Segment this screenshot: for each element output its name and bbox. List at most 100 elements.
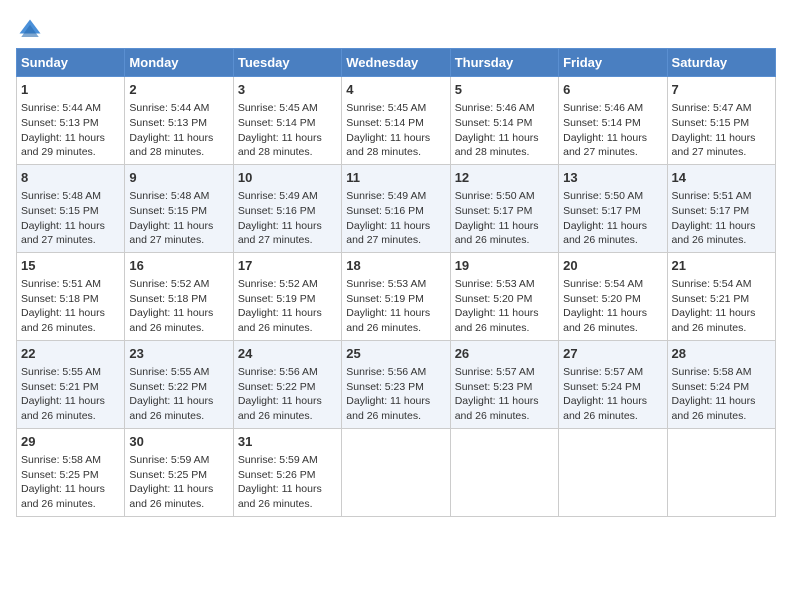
day-info: Sunset: 5:16 PM [238, 204, 337, 219]
header [16, 16, 776, 44]
logo [16, 16, 48, 44]
calendar-header-row: SundayMondayTuesdayWednesdayThursdayFrid… [17, 49, 776, 77]
day-number: 8 [21, 169, 120, 187]
day-info: Sunset: 5:23 PM [346, 380, 445, 395]
calendar-cell: 9Sunrise: 5:48 AMSunset: 5:15 PMDaylight… [125, 164, 233, 252]
day-info: Sunrise: 5:44 AM [129, 101, 228, 116]
day-number: 18 [346, 257, 445, 275]
day-info: Sunrise: 5:45 AM [346, 101, 445, 116]
day-number: 26 [455, 345, 554, 363]
day-info: and 26 minutes. [563, 409, 662, 424]
day-info: and 27 minutes. [129, 233, 228, 248]
calendar-week-row: 8Sunrise: 5:48 AMSunset: 5:15 PMDaylight… [17, 164, 776, 252]
day-info: Daylight: 11 hours [21, 394, 120, 409]
day-info: Sunset: 5:20 PM [455, 292, 554, 307]
day-info: and 26 minutes. [21, 321, 120, 336]
logo-icon [16, 16, 44, 44]
day-number: 6 [563, 81, 662, 99]
day-info: Daylight: 11 hours [238, 219, 337, 234]
day-info: and 26 minutes. [129, 321, 228, 336]
day-info: Sunset: 5:25 PM [21, 468, 120, 483]
calendar-cell: 25Sunrise: 5:56 AMSunset: 5:23 PMDayligh… [342, 340, 450, 428]
day-info: Daylight: 11 hours [563, 394, 662, 409]
day-number: 16 [129, 257, 228, 275]
calendar-cell: 13Sunrise: 5:50 AMSunset: 5:17 PMDayligh… [559, 164, 667, 252]
day-info: Daylight: 11 hours [455, 131, 554, 146]
day-info: Sunset: 5:22 PM [238, 380, 337, 395]
day-info: and 27 minutes. [346, 233, 445, 248]
day-info: Daylight: 11 hours [346, 131, 445, 146]
day-number: 10 [238, 169, 337, 187]
day-info: Daylight: 11 hours [21, 219, 120, 234]
calendar-cell [342, 428, 450, 516]
calendar-cell: 10Sunrise: 5:49 AMSunset: 5:16 PMDayligh… [233, 164, 341, 252]
day-info: Sunset: 5:24 PM [563, 380, 662, 395]
day-info: Sunrise: 5:53 AM [455, 277, 554, 292]
day-info: Daylight: 11 hours [672, 219, 771, 234]
day-info: Sunset: 5:25 PM [129, 468, 228, 483]
day-info: Sunrise: 5:51 AM [21, 277, 120, 292]
calendar-cell: 18Sunrise: 5:53 AMSunset: 5:19 PMDayligh… [342, 252, 450, 340]
day-info: and 26 minutes. [672, 409, 771, 424]
day-info: Sunrise: 5:56 AM [238, 365, 337, 380]
day-info: Sunrise: 5:55 AM [21, 365, 120, 380]
calendar-week-row: 29Sunrise: 5:58 AMSunset: 5:25 PMDayligh… [17, 428, 776, 516]
day-info: and 27 minutes. [563, 145, 662, 160]
day-number: 19 [455, 257, 554, 275]
day-info: Sunrise: 5:58 AM [672, 365, 771, 380]
day-info: Sunrise: 5:48 AM [129, 189, 228, 204]
day-info: Sunrise: 5:59 AM [238, 453, 337, 468]
day-info: Sunset: 5:21 PM [21, 380, 120, 395]
day-info: Daylight: 11 hours [455, 394, 554, 409]
calendar-cell: 4Sunrise: 5:45 AMSunset: 5:14 PMDaylight… [342, 77, 450, 165]
day-info: Sunset: 5:16 PM [346, 204, 445, 219]
day-info: Sunrise: 5:53 AM [346, 277, 445, 292]
day-info: Daylight: 11 hours [129, 394, 228, 409]
day-info: Sunset: 5:22 PM [129, 380, 228, 395]
day-info: Daylight: 11 hours [563, 131, 662, 146]
day-info: Sunrise: 5:52 AM [129, 277, 228, 292]
day-info: Daylight: 11 hours [238, 131, 337, 146]
calendar-cell: 14Sunrise: 5:51 AMSunset: 5:17 PMDayligh… [667, 164, 775, 252]
calendar-header-friday: Friday [559, 49, 667, 77]
calendar-cell: 31Sunrise: 5:59 AMSunset: 5:26 PMDayligh… [233, 428, 341, 516]
calendar-table: SundayMondayTuesdayWednesdayThursdayFrid… [16, 48, 776, 517]
calendar-header-sunday: Sunday [17, 49, 125, 77]
day-info: Sunrise: 5:52 AM [238, 277, 337, 292]
calendar-cell [450, 428, 558, 516]
day-info: and 26 minutes. [563, 321, 662, 336]
day-info: and 26 minutes. [455, 321, 554, 336]
day-info: and 29 minutes. [21, 145, 120, 160]
calendar-cell: 8Sunrise: 5:48 AMSunset: 5:15 PMDaylight… [17, 164, 125, 252]
calendar-cell: 23Sunrise: 5:55 AMSunset: 5:22 PMDayligh… [125, 340, 233, 428]
day-info: Daylight: 11 hours [238, 482, 337, 497]
day-info: and 26 minutes. [346, 409, 445, 424]
day-info: Sunrise: 5:48 AM [21, 189, 120, 204]
day-info: Sunset: 5:17 PM [455, 204, 554, 219]
day-info: and 26 minutes. [672, 321, 771, 336]
day-number: 1 [21, 81, 120, 99]
day-info: and 26 minutes. [129, 497, 228, 512]
day-info: Sunrise: 5:51 AM [672, 189, 771, 204]
calendar-cell: 1Sunrise: 5:44 AMSunset: 5:13 PMDaylight… [17, 77, 125, 165]
calendar-cell: 27Sunrise: 5:57 AMSunset: 5:24 PMDayligh… [559, 340, 667, 428]
day-info: Sunrise: 5:46 AM [455, 101, 554, 116]
day-info: Sunrise: 5:47 AM [672, 101, 771, 116]
day-info: Sunrise: 5:57 AM [455, 365, 554, 380]
day-info: Sunset: 5:15 PM [129, 204, 228, 219]
day-info: Daylight: 11 hours [346, 219, 445, 234]
calendar-week-row: 1Sunrise: 5:44 AMSunset: 5:13 PMDaylight… [17, 77, 776, 165]
day-info: Sunset: 5:14 PM [238, 116, 337, 131]
day-number: 29 [21, 433, 120, 451]
day-number: 23 [129, 345, 228, 363]
calendar-cell: 24Sunrise: 5:56 AMSunset: 5:22 PMDayligh… [233, 340, 341, 428]
calendar-header-thursday: Thursday [450, 49, 558, 77]
day-info: Sunset: 5:19 PM [346, 292, 445, 307]
day-info: and 26 minutes. [455, 409, 554, 424]
day-info: Daylight: 11 hours [672, 306, 771, 321]
day-info: and 26 minutes. [238, 409, 337, 424]
day-number: 30 [129, 433, 228, 451]
day-number: 27 [563, 345, 662, 363]
day-info: Daylight: 11 hours [129, 219, 228, 234]
calendar-cell: 16Sunrise: 5:52 AMSunset: 5:18 PMDayligh… [125, 252, 233, 340]
